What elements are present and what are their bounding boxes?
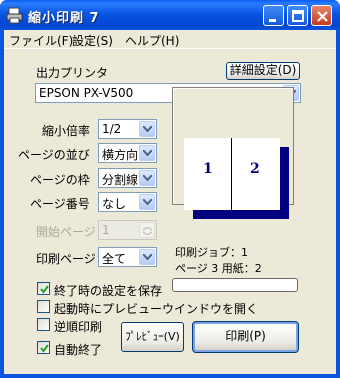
chevron-down-icon[interactable] <box>139 194 155 210</box>
order-label: ページの並び <box>18 148 90 162</box>
close-button[interactable] <box>311 5 332 26</box>
advanced-settings-button[interactable]: 詳細設定(D) <box>226 62 300 80</box>
preview-page-2: 2 <box>250 161 260 177</box>
save-settings-label[interactable]: 終了時の設定を保存 <box>54 282 162 299</box>
preview-page-1: 1 <box>203 161 213 177</box>
preview-button[interactable]: ﾌﾟﾚﾋﾞｭｰ(V) <box>121 322 184 352</box>
paper-sheet <box>184 138 280 210</box>
page-number-value: なし <box>102 197 127 211</box>
minimize-icon <box>269 19 276 22</box>
auto-exit-label[interactable]: 自動終了 <box>54 341 102 358</box>
window-title: 縮小印刷 7 <box>28 11 100 26</box>
chevron-down-icon[interactable] <box>139 145 155 161</box>
frame-value: 分割線 <box>102 173 139 187</box>
print-pages-select[interactable]: 全て <box>98 247 157 267</box>
maximize-button[interactable] <box>287 5 308 26</box>
minimize-button[interactable] <box>263 5 284 26</box>
auto-exit-checkbox[interactable] <box>37 341 50 354</box>
printer-label: 出力プリンタ <box>36 66 109 80</box>
start-page-label: 開始ページ <box>36 225 96 239</box>
print-pages-label: 印刷ページ <box>36 252 96 266</box>
open-preview-checkbox[interactable] <box>37 300 50 313</box>
page-number-select[interactable]: なし <box>98 192 157 212</box>
print-progress-bar <box>172 278 298 292</box>
printer-select-value: EPSON PX-V500 <box>39 86 134 100</box>
close-icon <box>317 11 328 22</box>
frame-select[interactable]: 分割線 <box>98 168 157 188</box>
page-number-label: ページ番号 <box>30 197 90 211</box>
menu-bar: ファイル(F) 設定(S) ヘルプ(H) <box>4 30 336 49</box>
title-bar[interactable]: 縮小印刷 7 <box>0 0 340 30</box>
order-value: 横方向 <box>102 148 139 162</box>
chevron-down-icon[interactable] <box>139 249 155 265</box>
menu-settings[interactable]: 設定(S) <box>72 32 113 49</box>
scale-select[interactable]: 1/2 <box>98 119 157 139</box>
scale-label: 縮小倍率 <box>42 124 91 138</box>
reverse-print-checkbox[interactable] <box>37 318 50 331</box>
start-page-spinner: 1 <box>98 220 157 240</box>
start-page-value: 1 <box>102 223 110 237</box>
checkmark-icon <box>40 285 49 294</box>
printer-app-icon <box>6 7 23 24</box>
page-divider <box>231 138 232 210</box>
maximize-icon <box>292 10 304 22</box>
scale-value: 1/2 <box>102 122 122 136</box>
print-pages-value: 全て <box>102 252 127 266</box>
order-select[interactable]: 横方向 <box>98 143 157 163</box>
reverse-print-label[interactable]: 逆順印刷 <box>54 318 102 335</box>
app-window: 縮小印刷 7 ファイル(F) 設定(S) ヘルプ(H) 出力プリンタ 詳細設定(… <box>0 0 340 378</box>
menu-file[interactable]: ファイル(F) <box>9 32 73 49</box>
print-button[interactable]: 印刷(P) <box>192 321 299 353</box>
open-preview-label[interactable]: 起動時にプレビューウインドウを開く <box>54 300 258 317</box>
chevron-down-icon[interactable] <box>139 121 155 137</box>
page-count-status: ページ 3 用紙：2 <box>175 262 262 275</box>
menu-help[interactable]: ヘルプ(H) <box>125 32 179 49</box>
checkmark-icon <box>40 344 49 353</box>
save-settings-checkbox[interactable] <box>37 282 50 295</box>
chevron-down-icon[interactable] <box>139 170 155 186</box>
frame-label: ページの枠 <box>30 173 90 187</box>
print-job-status: 印刷ジョブ：1 <box>175 246 248 259</box>
spinner-arrows-icon <box>139 222 155 238</box>
